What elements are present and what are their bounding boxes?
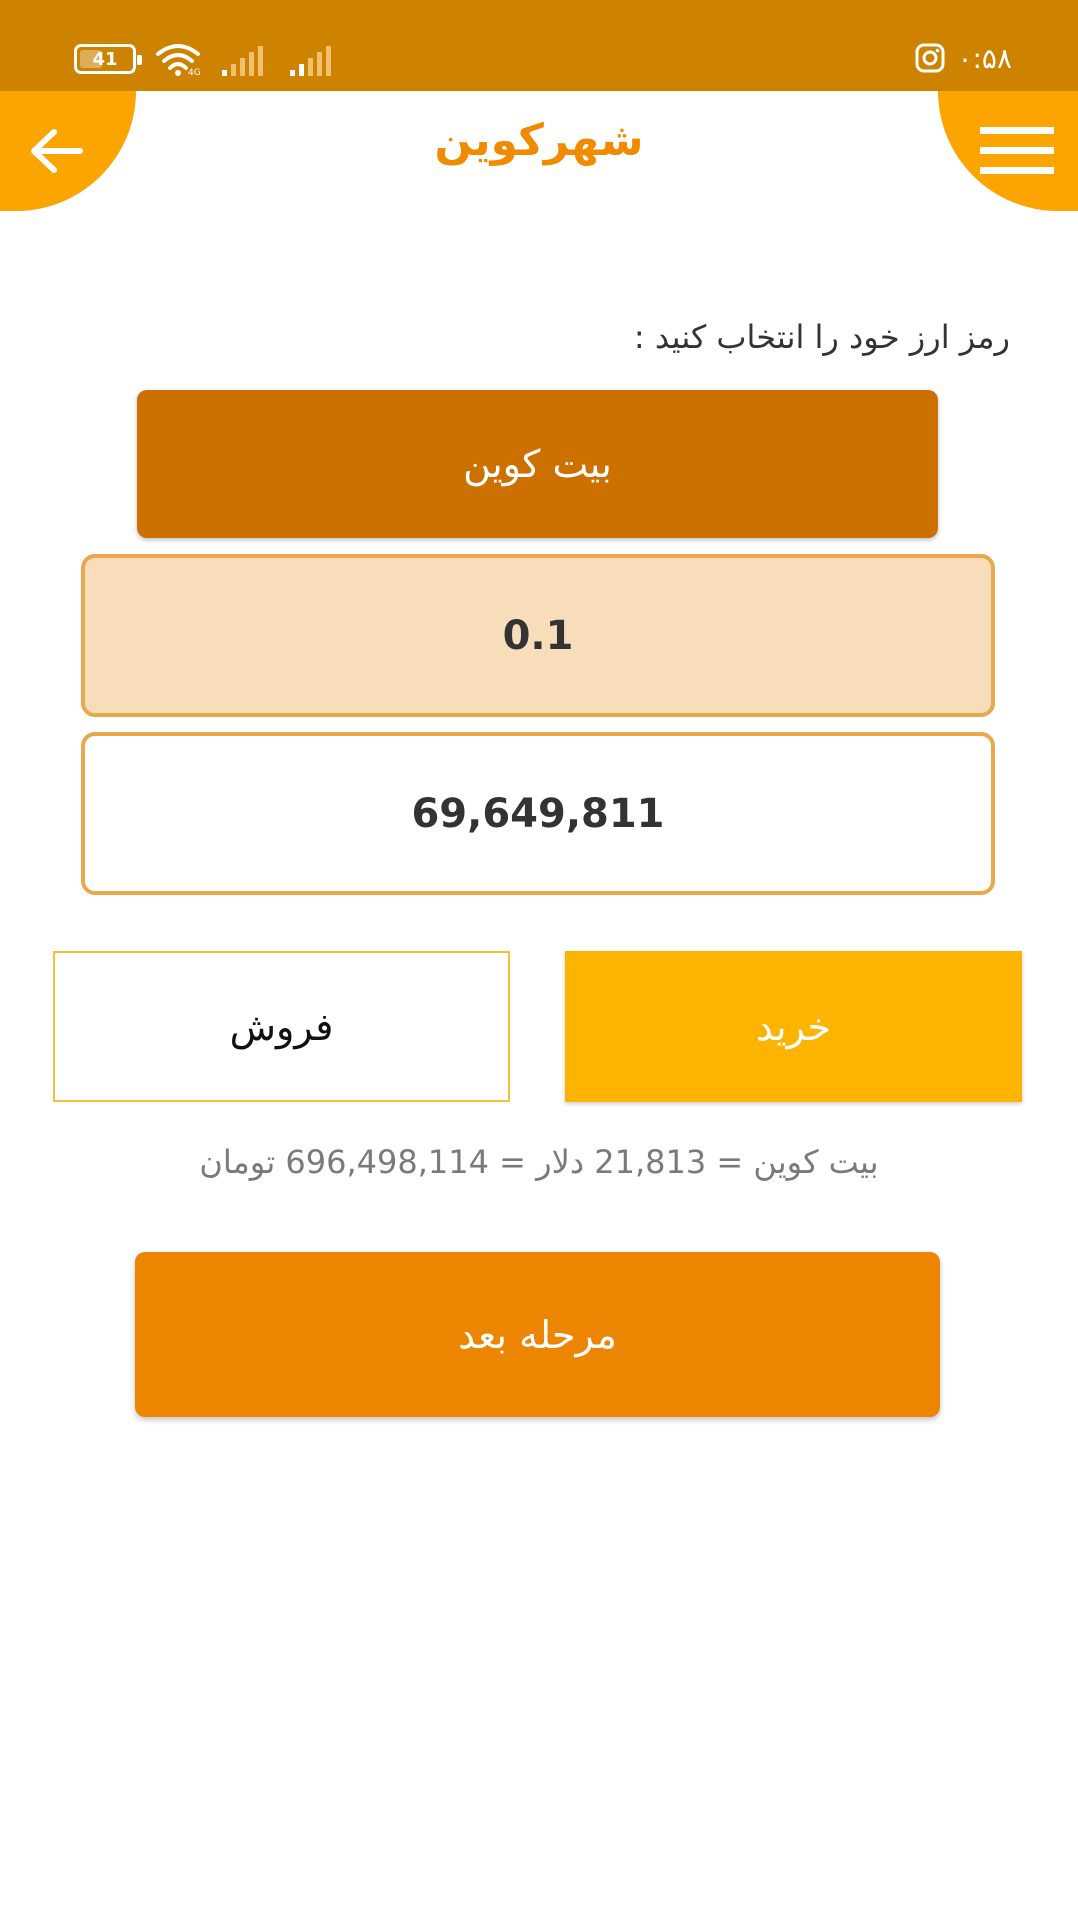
- battery-icon: 41: [74, 44, 142, 74]
- sell-button[interactable]: فروش: [53, 951, 510, 1102]
- status-icons-left: 41 4G: [74, 42, 338, 76]
- status-time: ۰:۵۸: [957, 41, 1012, 75]
- svg-text:4G: 4G: [188, 68, 201, 76]
- battery-level: 41: [92, 48, 118, 70]
- signal-icon: [290, 46, 331, 76]
- buy-button[interactable]: خرید: [565, 951, 1022, 1102]
- menu-button[interactable]: [938, 91, 1078, 211]
- price-input[interactable]: 69,649,811: [81, 732, 995, 895]
- page-title: شهرکوین: [434, 115, 644, 166]
- amount-input[interactable]: 0.1: [81, 554, 995, 717]
- menu-icon: [980, 127, 1054, 174]
- signal-icon: [222, 46, 263, 76]
- next-step-button[interactable]: مرحله بعد: [135, 1252, 940, 1417]
- wifi-icon: 4G: [156, 44, 201, 76]
- select-crypto-prompt: رمز ارز خود را انتخاب کنید :: [633, 318, 1010, 356]
- instagram-icon: [915, 43, 945, 73]
- app-bar: شهرکوین: [0, 91, 1078, 211]
- coin-select-button[interactable]: بیت کوین: [137, 390, 938, 538]
- exchange-rate-text: بیت کوین = 21,813 دلار = 696,498,114 توم…: [199, 1143, 879, 1181]
- status-bar: 41 4G ۰:۵۸: [0, 0, 1078, 91]
- status-icons-right: ۰:۵۸: [915, 40, 1012, 76]
